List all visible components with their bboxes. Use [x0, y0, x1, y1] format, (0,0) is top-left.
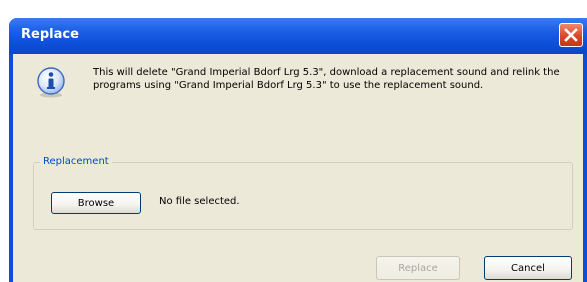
replace-button[interactable]: Replace	[376, 256, 460, 280]
window-title: Replace	[21, 27, 79, 42]
replacement-group-label: Replacement	[40, 156, 112, 167]
dialog-message: This will delete "Grand Imperial Bdorf L…	[93, 67, 560, 91]
title-bar[interactable]: Replace	[9, 18, 587, 54]
cancel-button[interactable]: Cancel	[484, 256, 572, 280]
close-icon	[564, 28, 578, 42]
info-icon	[37, 67, 65, 98]
file-status-text: No file selected.	[159, 196, 240, 207]
close-button[interactable]	[559, 23, 583, 47]
replace-dialog-window: Replace This will delete "Grand Imperial…	[9, 18, 587, 282]
dialog-body: This will delete "Grand Imperial Bdorf L…	[13, 54, 583, 282]
browse-button[interactable]: Browse	[51, 192, 141, 214]
